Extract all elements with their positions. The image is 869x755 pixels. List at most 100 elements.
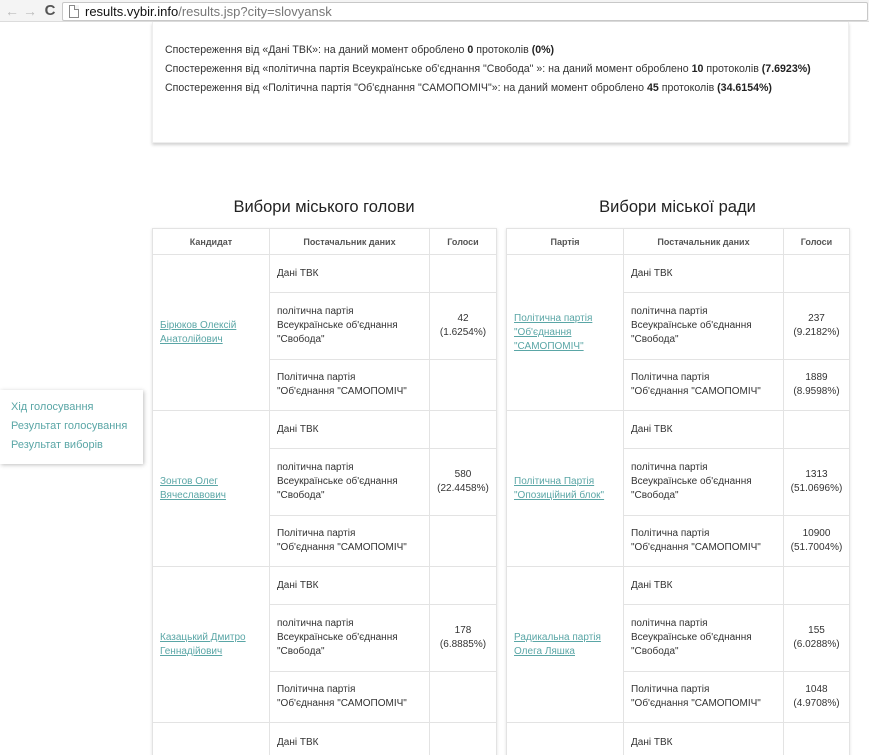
observations-card: Спостереження від «Дані ТВК»: на даний м… [152, 22, 849, 143]
party-link[interactable]: Політична партія "Об'єднання "САМОПОМІЧ" [514, 313, 592, 352]
column-header-candidate: Кандидат [152, 228, 270, 255]
vote-count: 42 [457, 313, 469, 324]
observation-text: протоколів [658, 82, 718, 94]
party-cell: Політична партія "Об'єднання "САМОПОМІЧ" [506, 254, 624, 411]
mayor-results-table: Кандидат Постачальник даних Голоси Бірюк… [152, 228, 497, 755]
provider-line: політична партія [631, 462, 708, 473]
votes-cell: 1313 (51.0696%) [783, 448, 850, 516]
vote-count: 237 [808, 313, 825, 324]
provider-line: Всеукраїнське об'єднання [631, 320, 752, 331]
forward-arrow-icon[interactable]: → [22, 2, 38, 20]
reload-icon[interactable]: C [42, 2, 58, 20]
votes-cell [429, 671, 497, 723]
provider-line: "Свобода" [277, 490, 325, 501]
provider-cell: Дані ТВК [623, 722, 784, 755]
provider-cell: політична партія Всеукраїнське об'єднання… [623, 292, 784, 360]
table-row: Казацький Дмитро Геннадійович Дані ТВК [152, 566, 497, 723]
protocol-count: 10 [691, 63, 704, 75]
protocol-percent: (34.6154%) [717, 82, 772, 94]
party-cell: Радикальна партія Олега Ляшка [506, 566, 624, 723]
provider-cell: Політична партія "Об'єднання "САМОПОМІЧ" [269, 515, 430, 567]
provider-line: Політична партія [277, 684, 356, 695]
party-cell [506, 722, 624, 755]
votes-cell [783, 722, 850, 755]
candidate-link[interactable]: Зонтов Олег Вячеславович [160, 476, 226, 501]
provider-cell: Дані ТВК [623, 254, 784, 293]
provider-cell: Дані ТВК [269, 566, 430, 605]
table-row: Політична Партія "Опозиційний блок" Дані… [506, 410, 850, 567]
votes-cell [429, 566, 497, 605]
provider-line: політична партія [631, 306, 708, 317]
provider-cell: Політична партія "Об'єднання "САМОПОМІЧ" [623, 515, 784, 567]
url-host: results.vybir.info [85, 4, 179, 19]
observation-text: протоколів [473, 44, 532, 56]
votes-cell: 1048 (4.9708%) [783, 671, 850, 723]
column-header-party: Партія [506, 228, 624, 255]
candidate-cell: Зонтов Олег Вячеславович [152, 410, 270, 567]
provider-line: Всеукраїнське об'єднання [277, 476, 398, 487]
observation-text: протоколів [703, 63, 762, 75]
party-cell: Політична Партія "Опозиційний блок" [506, 410, 624, 567]
vote-percent: (22.4458%) [437, 483, 489, 494]
provider-line: "Об'єднання "САМОПОМІЧ" [631, 698, 761, 709]
provider-cell: політична партія Всеукраїнське об'єднання… [623, 448, 784, 516]
provider-line: "Об'єднання "САМОПОМІЧ" [277, 698, 407, 709]
provider-line: "Об'єднання "САМОПОМІЧ" [631, 386, 761, 397]
protocol-percent: (0%) [531, 44, 555, 56]
vote-count: 580 [454, 469, 472, 480]
back-arrow-icon[interactable]: ← [4, 2, 20, 20]
provider-cell: політична партія Всеукраїнське об'єднання… [623, 604, 784, 672]
vote-count: 1048 [805, 684, 828, 695]
vote-count: 155 [808, 625, 825, 636]
votes-cell: 1889 (8.9598%) [783, 359, 850, 411]
provider-cell: Дані ТВК [269, 722, 430, 755]
provider-line: "Об'єднання "САМОПОМІЧ" [631, 542, 761, 553]
votes-cell: 580 (22.4458%) [429, 448, 497, 516]
provider-cell: політична партія Всеукраїнське об'єднання… [269, 604, 430, 672]
table-row: Радикальна партія Олега Ляшка Дані ТВК [506, 566, 850, 723]
provider-line: "Свобода" [277, 334, 325, 345]
column-header-votes: Голоси [429, 228, 497, 255]
column-header-provider: Постачальник даних [623, 228, 784, 255]
menu-link-voting-result[interactable]: Результат голосування [11, 417, 143, 436]
provider-line: "Об'єднання "САМОПОМІЧ" [277, 542, 407, 553]
provider-cell: Дані ТВК [623, 566, 784, 605]
menu-link-voting-progress[interactable]: Хід голосування [11, 398, 143, 417]
votes-cell [783, 254, 850, 293]
provider-line: Політична партія [277, 372, 356, 383]
vote-count: 1313 [805, 469, 828, 480]
candidate-link[interactable]: Бірюков Олексій Анатолійович [160, 320, 236, 345]
council-election-title: Вибори міської ради [599, 198, 756, 216]
menu-link-election-result[interactable]: Результат виборів [11, 436, 143, 455]
provider-cell: Дані ТВК [269, 410, 430, 449]
votes-cell [429, 410, 497, 449]
votes-cell: 10900 (51.7004%) [783, 515, 850, 567]
observation-line: Спостереження від «Дані ТВК»: на даний м… [165, 41, 836, 60]
vote-count: 1889 [805, 372, 828, 383]
provider-line: Всеукраїнське об'єднання [277, 632, 398, 643]
party-link[interactable]: Політична Партія "Опозиційний блок" [514, 476, 604, 501]
provider-cell: Політична партія "Об'єднання "САМОПОМІЧ" [623, 359, 784, 411]
candidate-link[interactable]: Казацький Дмитро Геннадійович [160, 632, 246, 657]
observation-line: Спостереження від «Політична партія "Об'… [165, 79, 836, 98]
vote-percent: (1.6254%) [439, 327, 487, 338]
provider-line: політична партія [631, 618, 708, 629]
table-header-row: Кандидат Постачальник даних Голоси [152, 228, 497, 255]
candidate-cell: Бірюков Олексій Анатолійович [152, 254, 270, 411]
votes-cell [429, 359, 497, 411]
party-link[interactable]: Радикальна партія Олега Ляшка [514, 632, 601, 657]
table-row: Бірюков Олексій Анатолійович Дані ТВК [152, 254, 497, 411]
vote-percent: (51.0696%) [790, 483, 843, 494]
column-header-votes: Голоси [783, 228, 850, 255]
table-row: Дані ТВК [506, 722, 850, 755]
votes-cell [429, 722, 497, 755]
address-bar[interactable]: results.vybir.info/results.jsp?city=slov… [62, 2, 868, 21]
browser-toolbar: ← → C results.vybir.info/results.jsp?cit… [0, 0, 869, 22]
provider-cell: Політична партія "Об'єднання "САМОПОМІЧ" [269, 359, 430, 411]
provider-line: "Свобода" [631, 490, 679, 501]
vote-percent: (4.9708%) [793, 698, 840, 709]
mayor-election-title: Вибори міського голови [233, 198, 415, 216]
vote-percent: (6.8885%) [439, 639, 487, 650]
column-header-provider: Постачальник даних [269, 228, 430, 255]
provider-line: "Свобода" [277, 646, 325, 657]
